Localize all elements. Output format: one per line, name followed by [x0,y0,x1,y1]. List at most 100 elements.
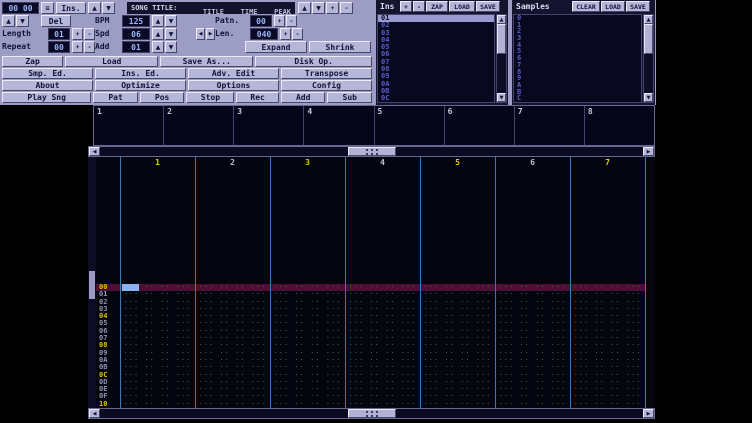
pattern-cell[interactable]: ··· ·· ·· ··· [120,372,195,379]
pattern-cell[interactable]: ··· ·· ·· ··· [420,364,495,371]
scope-channel-6[interactable]: 6 [444,106,514,145]
pattern-channel-header-5[interactable]: 5 [420,158,495,167]
pattern-cell[interactable]: ··· ·· ·· ··· [195,401,270,408]
pattern-minus-button[interactable]: - [286,15,297,27]
sample-item-8[interactable]: 8 [514,69,641,76]
shrink-button[interactable]: Shrink [309,41,371,53]
scope-channel-4[interactable]: 4 [303,106,373,145]
pattern-plus-button[interactable]: + [274,15,285,27]
pattern-cell[interactable]: ··· ·· ·· ··· [195,328,270,335]
samples-scroll-track[interactable] [644,24,653,93]
scroll-right-icon[interactable]: ▶ [643,409,654,418]
repeat-minus-button[interactable]: - [84,41,95,53]
pattern-cell[interactable]: ··· ·· ·· ··· [420,335,495,342]
pattern-cell[interactable]: ··· ·· ·· ··· [420,393,495,400]
pattern-cell[interactable]: ··· ·· ·· ··· [270,401,345,408]
pattern-cell[interactable]: ··· ·· ·· ··· [570,284,645,291]
button-stop[interactable]: Stop [186,92,234,103]
pattern-cell[interactable]: ··· ·· ·· ··· [420,386,495,393]
pattern-cell[interactable]: ··· ·· ·· ··· [570,342,645,349]
button-optimize[interactable]: Optimize [95,80,186,91]
instrument-item-04[interactable]: 04 [378,37,494,44]
scope-channel-2[interactable]: 2 [163,106,233,145]
pattern-cell[interactable]: ··· ·· ·· ··· [270,320,345,327]
pattern-cell[interactable]: ··· ·· ·· ··· [270,357,345,364]
sample-item-C[interactable]: C [514,95,641,102]
order-delete-button[interactable]: Del [41,15,71,27]
bpm-value[interactable]: 125 [122,15,150,27]
pattern-cell[interactable]: ··· ·· ·· ··· [495,313,570,320]
pattern-cell[interactable]: ··· ·· ·· ··· [570,350,645,357]
button-save-as[interactable]: Save As... [160,56,253,67]
pattern-cell[interactable]: ··· ·· ·· ··· [195,299,270,306]
instrument-item-03[interactable]: 03 [378,30,494,37]
pattern-cell[interactable]: ··· ·· ·· ··· [120,335,195,342]
button-sub[interactable]: Sub [327,92,372,103]
pattern-cell[interactable]: ··· ·· ·· ··· [495,401,570,408]
pattern-cell[interactable]: ··· ·· ·· ··· [195,313,270,320]
instrument-item-0B[interactable]: 0B [378,88,494,95]
length-minus-button[interactable]: - [84,28,95,40]
pattern-cell[interactable]: ··· ·· ·· ··· [345,313,420,320]
instrument-save-button[interactable]: Save [476,1,500,12]
pattern-cell[interactable]: ··· ·· ·· ··· [570,372,645,379]
pattern-cell[interactable]: ··· ·· ·· ··· [120,320,195,327]
instruments-scroll-up-icon[interactable]: ▲ [497,15,506,24]
hscroll-top-thumb[interactable] [348,147,396,156]
instruments-scroll-track[interactable] [497,24,506,93]
pattern-cell[interactable]: ··· ·· ·· ··· [120,379,195,386]
pattern-cell[interactable]: ··· ·· ·· ··· [120,342,195,349]
scope-channel-3[interactable]: 3 [233,106,303,145]
pattern-cell[interactable]: ··· ·· ·· ··· [570,364,645,371]
pattern-cell[interactable]: ··· ·· ·· ··· [270,342,345,349]
pattern-cell[interactable]: ··· ·· ·· ··· [570,401,645,408]
instrument--button[interactable]: - [413,1,425,12]
pattern-cell[interactable]: ··· ·· ·· ··· [570,379,645,386]
pattern-cell[interactable]: ··· ·· ·· ··· [270,364,345,371]
scope-channel-5[interactable]: 5 [374,106,444,145]
pattern-cell[interactable]: ··· ·· ·· ··· [345,350,420,357]
scope-channel-7[interactable]: 7 [514,106,584,145]
hscroll-bottom-track[interactable] [100,409,643,418]
pattern-cell[interactable]: ··· ·· ·· ··· [420,320,495,327]
pattern-cell[interactable]: ··· ·· ·· ··· [420,328,495,335]
pattern-cell[interactable]: ··· ·· ·· ··· [570,328,645,335]
pattern-cell[interactable]: ··· ·· ·· ··· [345,393,420,400]
instrument-item-02[interactable]: 02 [378,22,494,29]
hscroll-top-track[interactable] [100,147,643,156]
instruments-scroll-thumb[interactable] [497,24,506,54]
pattern-cell[interactable]: ··· ·· ·· ··· [270,350,345,357]
pattern-cell[interactable]: ··· ·· ·· ··· [120,393,195,400]
pattern-cell[interactable]: ··· ·· ·· ··· [570,299,645,306]
pattern-cell[interactable]: ··· ·· ·· ··· [120,299,195,306]
pattern-cell[interactable]: ··· ·· ·· ··· [345,364,420,371]
title-up-button[interactable]: ▲ [298,2,311,14]
pattern-cell[interactable]: ··· ·· ·· ··· [570,386,645,393]
order-insert-button[interactable]: Ins. [56,2,86,14]
flip-right-button[interactable]: ▶ [206,28,215,40]
pattern-cell[interactable]: ··· ·· ·· ··· [420,372,495,379]
bpm-down-button[interactable]: ▼ [165,15,177,27]
pattern-cell[interactable]: ··· ·· ·· ··· [195,393,270,400]
pattern-cell[interactable]: ··· ·· ·· ··· [270,328,345,335]
pattern-cell[interactable]: ··· ·· ·· ··· [195,350,270,357]
pattern-cell[interactable]: ··· ·· ·· ··· [270,335,345,342]
pattern-cell[interactable]: ··· ·· ·· ··· [420,306,495,313]
pattern-cell[interactable]: ··· ·· ·· ··· [345,401,420,408]
pattern-cell[interactable]: ··· ·· ·· ··· [345,342,420,349]
pattern-cell[interactable]: ··· ·· ·· ··· [570,291,645,298]
song-length-value[interactable]: 01 [48,28,70,40]
instrument-item-0A[interactable]: 0A [378,81,494,88]
pattern-cell[interactable]: ··· ·· ·· ··· [120,328,195,335]
length-plus-button[interactable]: + [72,28,83,40]
button-rec[interactable]: Rec [236,92,278,103]
pattern-cell[interactable]: ··· ·· ·· ··· [345,335,420,342]
button-pos[interactable]: Pos [140,92,185,103]
pattern-channel-header-7[interactable]: 7 [570,158,645,167]
pattern-number-value[interactable]: 00 [250,15,272,27]
button-play-sng[interactable]: Play Sng [2,92,91,103]
pattern-cell[interactable]: ··· ·· ·· ··· [495,386,570,393]
button-pat[interactable]: Pat [93,92,138,103]
scroll-right-icon[interactable]: ▶ [643,147,654,156]
pattern-cell[interactable]: ··· ·· ·· ··· [345,386,420,393]
